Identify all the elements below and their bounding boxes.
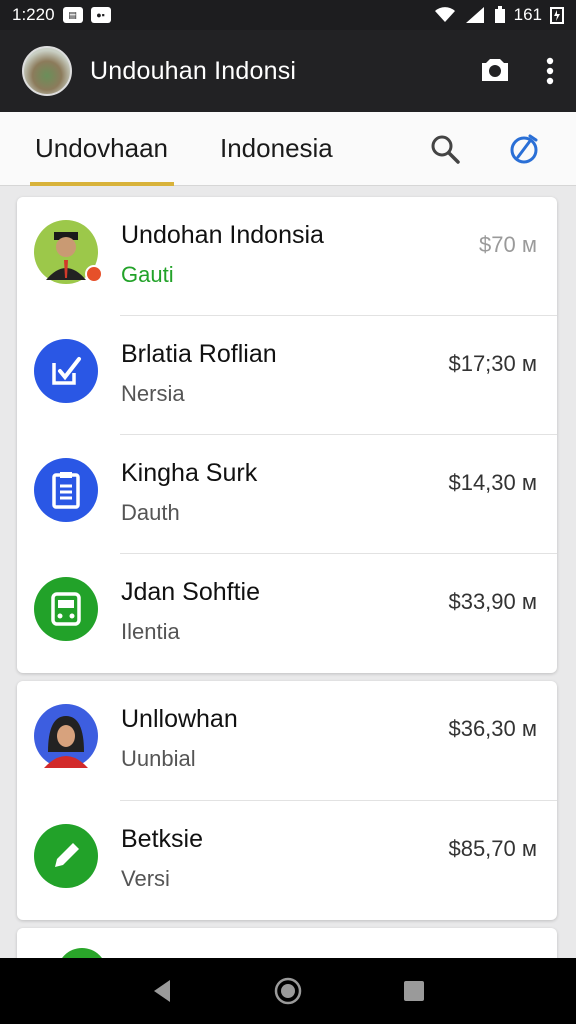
status-time: 1:220 — [12, 5, 55, 24]
list-item[interactable]: Betksie Versi $85,70 м — [17, 801, 557, 920]
item-price: $17;30 м — [448, 351, 537, 376]
item-price: $33,90 м — [448, 589, 537, 614]
tab-undovhaan[interactable]: Undovhaan — [30, 112, 174, 186]
tab-bar: Undovhaan Indonesia — [0, 112, 576, 186]
item-name: Kingha Surk — [121, 459, 258, 487]
item-price: $36,30 м — [448, 716, 537, 741]
list-item[interactable]: Jdan Sohftie Ilentia $33,90 м — [17, 554, 557, 673]
edit-check-icon — [34, 339, 98, 403]
item-subtitle: Nersia — [121, 381, 185, 406]
tab-label: Undovhaan — [35, 133, 168, 163]
list-card: Unllowhan Uunbial $36,30 м Betksie Versi… — [17, 681, 557, 920]
item-name: Unllowhan — [121, 705, 238, 733]
item-subtitle: Ilentia — [121, 619, 180, 644]
card-icon — [34, 577, 98, 641]
item-price: $14,30 м — [448, 470, 537, 495]
list-item[interactable]: Undohan Indonsia Gauti $70 м — [17, 197, 557, 316]
item-name: Undohan Indonsia — [121, 221, 324, 249]
pencil-icon — [34, 824, 98, 888]
item-price: $85,70 м — [448, 836, 537, 861]
app-title: Undouhan Indonsi — [90, 56, 297, 85]
battery-icon — [494, 6, 505, 23]
tab-label: Indonesia — [220, 133, 333, 163]
home-icon[interactable] — [274, 977, 302, 1005]
status-badge — [85, 265, 103, 283]
notification-icon: ●▪ — [90, 7, 111, 23]
wifi-icon — [434, 7, 455, 22]
item-name: Jdan Sohftie — [121, 578, 260, 606]
item-price: $70 м — [479, 232, 537, 257]
list-item[interactable]: Unllowhan Uunbial $36,30 м — [17, 681, 557, 801]
battery-charging-icon — [550, 7, 564, 24]
compass-icon[interactable] — [508, 133, 540, 165]
search-icon[interactable] — [430, 134, 460, 164]
item-subtitle: Versi — [121, 866, 170, 891]
item-name: Betksie — [121, 825, 203, 853]
app-bar: Undouhan Indonsi — [0, 30, 576, 112]
item-subtitle: Dauth — [121, 500, 180, 525]
status-battery-level: 161 — [513, 5, 542, 24]
status-bar: 1:220 ▤ ●▪ 161 — [0, 0, 576, 30]
list-item[interactable]: Kingha Surk Dauth $14,30 м — [17, 435, 557, 554]
active-tab-indicator — [30, 181, 174, 186]
document-icon — [34, 458, 98, 522]
item-subtitle: Uunbial — [121, 746, 196, 771]
navigation-bar — [0, 958, 576, 1024]
profile-photo-icon — [34, 704, 98, 768]
more-options-icon[interactable] — [546, 57, 554, 85]
item-subtitle: Gauti — [121, 262, 174, 287]
notification-icon: ▤ — [62, 7, 83, 23]
app-avatar[interactable] — [22, 46, 72, 96]
back-icon[interactable] — [150, 978, 174, 1004]
list-item[interactable]: Brlatia Roflian Nersia $17;30 м — [17, 316, 557, 435]
list-card: Undohan Indonsia Gauti $70 м Brlatia Rof… — [17, 197, 557, 673]
signal-icon — [465, 7, 484, 23]
item-name: Brlatia Roflian — [121, 340, 277, 368]
camera-icon[interactable] — [480, 57, 510, 85]
tab-indonesia[interactable]: Indonesia — [220, 112, 333, 186]
recents-icon[interactable] — [402, 979, 426, 1003]
